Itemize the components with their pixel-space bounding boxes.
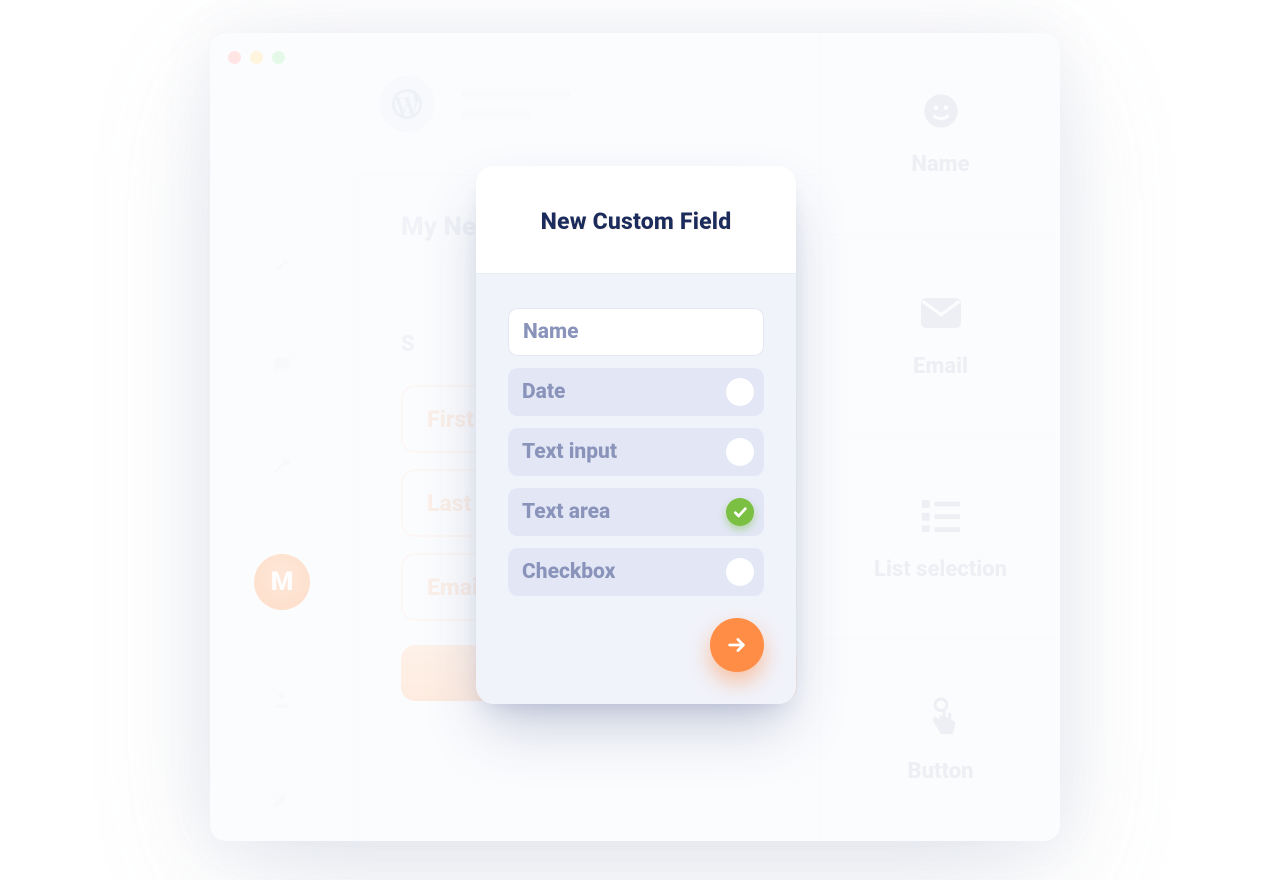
app-badge-letter: M bbox=[271, 567, 294, 597]
component-card-email: Email bbox=[821, 235, 1060, 437]
component-label: Button bbox=[908, 759, 974, 784]
wordpress-logo-icon bbox=[379, 76, 435, 132]
pencil-icon bbox=[271, 788, 293, 810]
component-panel: Name Email List selection Button bbox=[820, 33, 1060, 841]
option-label: Text area bbox=[522, 500, 610, 524]
window-traffic-lights bbox=[228, 51, 285, 64]
component-card-button: Button bbox=[821, 640, 1060, 841]
user-icon bbox=[271, 688, 293, 710]
smile-icon bbox=[920, 90, 962, 132]
field-type-option-text-area[interactable]: Text area bbox=[508, 488, 764, 536]
form-field-label: Emai bbox=[427, 574, 478, 601]
modal-header: New Custom Field bbox=[476, 166, 796, 274]
mail-icon bbox=[920, 292, 962, 334]
field-name-label: Name bbox=[523, 320, 579, 344]
tap-icon bbox=[920, 697, 962, 739]
arrow-right-icon bbox=[726, 634, 748, 656]
app-badge: M bbox=[254, 554, 310, 610]
modal-title: New Custom Field bbox=[500, 208, 772, 235]
background-topbar bbox=[355, 33, 820, 176]
radio-icon bbox=[726, 558, 754, 586]
skeleton-lines bbox=[461, 89, 571, 119]
field-type-option-checkbox[interactable]: Checkbox bbox=[508, 548, 764, 596]
new-custom-field-modal: New Custom Field Name Date Text input Te… bbox=[476, 166, 796, 704]
close-icon bbox=[228, 51, 241, 64]
next-button[interactable] bbox=[710, 618, 764, 672]
option-label: Text input bbox=[522, 440, 617, 464]
pin-icon bbox=[271, 254, 293, 276]
form-field-label: First bbox=[427, 406, 474, 433]
radio-icon bbox=[726, 438, 754, 466]
check-icon bbox=[726, 498, 754, 526]
component-label: List selection bbox=[874, 557, 1007, 582]
component-label: Email bbox=[913, 354, 968, 379]
chat-icon bbox=[271, 354, 293, 376]
component-card-list: List selection bbox=[821, 438, 1060, 640]
radio-icon bbox=[726, 378, 754, 406]
option-label: Checkbox bbox=[522, 560, 615, 584]
field-type-option-date[interactable]: Date bbox=[508, 368, 764, 416]
field-type-option-text-input[interactable]: Text input bbox=[508, 428, 764, 476]
component-label: Name bbox=[911, 152, 969, 177]
form-field-label: Last bbox=[427, 490, 471, 517]
modal-body: Name Date Text input Text area Checkbox bbox=[476, 274, 796, 704]
field-name-input[interactable]: Name bbox=[508, 308, 764, 356]
option-label: Date bbox=[522, 380, 565, 404]
list-icon bbox=[920, 495, 962, 537]
maximize-icon bbox=[272, 51, 285, 64]
wrench-icon bbox=[271, 454, 293, 476]
minimize-icon bbox=[250, 51, 263, 64]
background-sidebar: M bbox=[210, 176, 355, 841]
component-card-name: Name bbox=[821, 33, 1060, 235]
